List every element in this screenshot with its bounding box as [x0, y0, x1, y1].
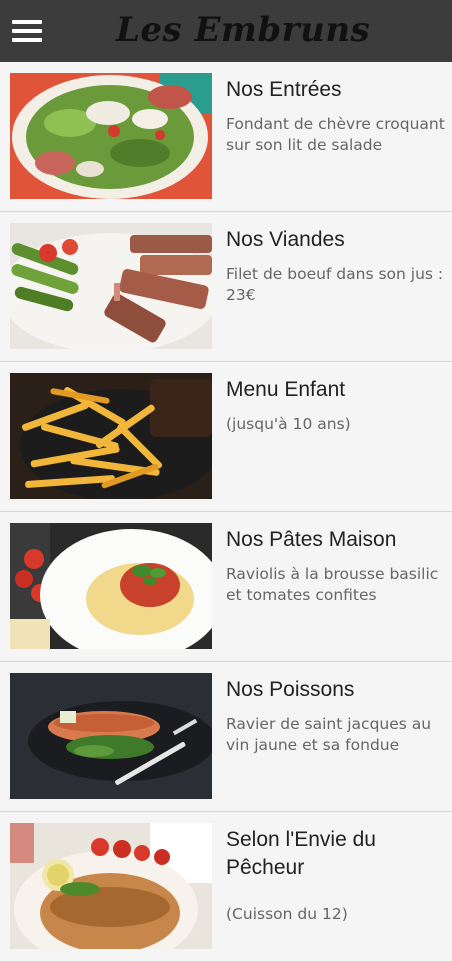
category-description: Filet de boeuf dans son jus : 23€: [226, 265, 444, 304]
category-title: Nos Viandes: [226, 228, 345, 251]
category-description: (jusqu'à 10 ans): [226, 415, 351, 433]
steak-photo: [10, 223, 212, 349]
list-item[interactable]: Nos Entrées Fondant de chèvre croquant s…: [0, 62, 452, 212]
list-item[interactable]: Selon l'Envie du Pêcheur (Cuisson du 12): [0, 812, 452, 962]
salad-photo: [10, 73, 212, 199]
category-title: Menu Enfant: [226, 378, 346, 401]
category-description: (Cuisson du 12): [226, 905, 348, 923]
hamburger-menu-icon[interactable]: [12, 20, 42, 42]
category-title: Selon l'Envie du Pêcheur: [226, 828, 376, 879]
list-item[interactable]: Nos Poissons Ravier de saint jacques au …: [0, 662, 452, 812]
fries-photo: [10, 373, 212, 499]
list-item[interactable]: Nos Pâtes Maison Raviolis à la brousse b…: [0, 512, 452, 662]
app-bar: Les Embruns: [0, 0, 452, 62]
fish-plate-photo: [10, 823, 212, 949]
category-description: Ravier de saint jacques au vin jaune et …: [226, 715, 432, 754]
pasta-photo: [10, 523, 212, 649]
category-description: Raviolis à la brousse basilic et tomates…: [226, 565, 439, 604]
category-title: Nos Entrées: [226, 78, 342, 101]
category-title: Nos Poissons: [226, 678, 355, 701]
list-item[interactable]: Nos Viandes Filet de boeuf dans son jus …: [0, 212, 452, 362]
list-item[interactable]: Menu Enfant (jusqu'à 10 ans): [0, 362, 452, 512]
category-title: Nos Pâtes Maison: [226, 528, 397, 551]
app-title: Les Embruns: [116, 10, 371, 50]
menu-category-list: Nos Entrées Fondant de chèvre croquant s…: [0, 62, 452, 962]
salmon-photo: [10, 673, 212, 799]
category-description: Fondant de chèvre croquant sur son lit d…: [226, 115, 445, 154]
